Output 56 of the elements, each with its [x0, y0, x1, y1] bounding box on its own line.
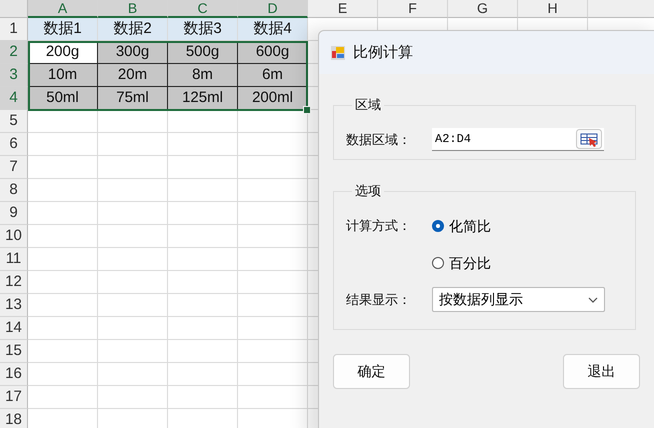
table-cell: 6m: [238, 64, 308, 87]
column-header[interactable]: A: [28, 0, 98, 18]
range-select-icon[interactable]: [576, 129, 602, 149]
column-header[interactable]: G: [448, 0, 518, 18]
group-title: 区域: [354, 96, 382, 114]
exit-button[interactable]: 退出: [563, 354, 640, 389]
fill-handle[interactable]: [303, 106, 311, 114]
table-cell: 50ml: [28, 87, 98, 110]
dialog-title: 比例计算: [353, 43, 413, 62]
table-cell: 数据3: [168, 18, 238, 41]
row-header[interactable]: 15: [0, 340, 28, 363]
chevron-down-icon: [588, 296, 598, 302]
table-cell: 20m: [98, 64, 168, 87]
table-cell: 200ml: [238, 87, 308, 110]
row-header[interactable]: 2: [0, 41, 28, 64]
column-header[interactable]: E: [308, 0, 378, 18]
table-cell: 10m: [28, 64, 98, 87]
row-header[interactable]: 14: [0, 317, 28, 340]
column-header[interactable]: H: [518, 0, 588, 18]
radio-option[interactable]: 化简比: [432, 216, 491, 236]
table-cell: 8m: [168, 64, 238, 87]
column-header[interactable]: F: [378, 0, 448, 18]
ok-button[interactable]: 确定: [333, 354, 410, 389]
column-header[interactable]: C: [168, 0, 238, 18]
column-header[interactable]: D: [238, 0, 308, 18]
row-header[interactable]: 7: [0, 156, 28, 179]
row-header[interactable]: 11: [0, 248, 28, 271]
radio-option[interactable]: 百分比: [432, 253, 491, 273]
row-header[interactable]: 18: [0, 409, 28, 428]
group-title: 选项: [354, 182, 382, 200]
row-header[interactable]: 13: [0, 294, 28, 317]
app-icon: [330, 44, 346, 60]
row-header[interactable]: 17: [0, 386, 28, 409]
row-header[interactable]: 16: [0, 363, 28, 386]
result-dropdown[interactable]: 按数据列显示: [432, 287, 605, 312]
row-header[interactable]: 5: [0, 110, 28, 133]
result-label: 结果显示：: [346, 290, 412, 308]
table-cell: 300g: [98, 41, 168, 64]
row-header[interactable]: 10: [0, 225, 28, 248]
method-label: 计算方式：: [346, 217, 412, 235]
table-cell: 数据1: [28, 18, 98, 41]
range-label: 数据区域：: [346, 130, 412, 148]
range-input-field[interactable]: A2:D4: [432, 128, 604, 151]
row-header[interactable]: 3: [0, 64, 28, 87]
table-cell: 125ml: [168, 87, 238, 110]
table-cell: 500g: [168, 41, 238, 64]
row-header[interactable]: 9: [0, 202, 28, 225]
row-header[interactable]: 12: [0, 271, 28, 294]
table-cell: 75ml: [98, 87, 168, 110]
row-header[interactable]: 8: [0, 179, 28, 202]
table-cell: 数据2: [98, 18, 168, 41]
table-cell: 数据4: [238, 18, 308, 41]
column-header[interactable]: B: [98, 0, 168, 18]
row-header[interactable]: 1: [0, 18, 28, 41]
row-header[interactable]: 4: [0, 87, 28, 110]
row-header[interactable]: 6: [0, 133, 28, 156]
